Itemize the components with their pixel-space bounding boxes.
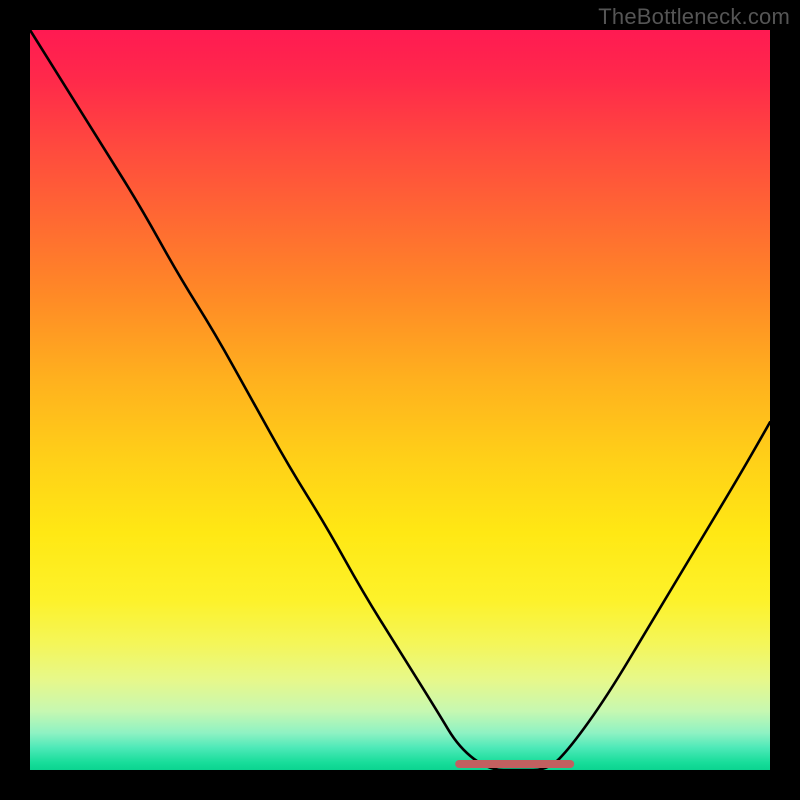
chart-frame: TheBottleneck.com [0,0,800,800]
plot-area [30,30,770,770]
bottleneck-curve [30,30,770,770]
watermark-text: TheBottleneck.com [598,4,790,30]
curve-path [30,30,770,770]
